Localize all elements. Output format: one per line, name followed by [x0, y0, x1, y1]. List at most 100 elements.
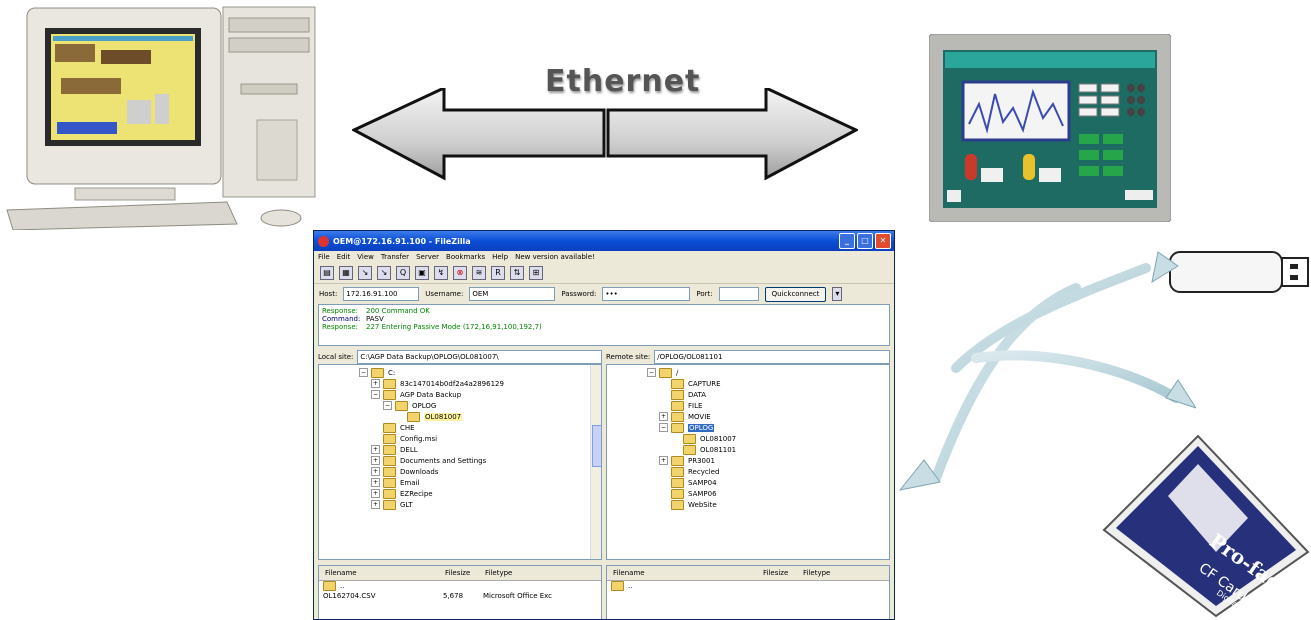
file-row[interactable]: .. [319, 581, 601, 591]
folder-icon [383, 433, 396, 444]
tree-node[interactable]: SAMP06 [607, 488, 889, 499]
menu-new-version[interactable]: New version available! [515, 253, 595, 261]
menu-help[interactable]: Help [492, 253, 508, 261]
folder-icon [671, 488, 684, 499]
tree-node[interactable]: + MOVIE [607, 411, 889, 422]
expand-icon[interactable]: + [371, 489, 380, 498]
tree-node[interactable]: − OPLOG [319, 400, 601, 411]
local-col-filename[interactable]: Filename [325, 569, 445, 577]
menu-edit[interactable]: Edit [337, 253, 351, 261]
tree-node[interactable]: +83c147014b0df2a4a2896129 [319, 378, 601, 389]
tree-node[interactable]: + EZRecipe [319, 488, 601, 499]
collapse-icon[interactable]: − [383, 401, 392, 410]
tree-node-label: EZRecipe [400, 489, 433, 498]
log-row: Command: PASV [322, 315, 384, 323]
compare-icon[interactable]: ⇅ [510, 266, 524, 280]
close-button[interactable]: ✕ [875, 233, 891, 249]
expand-icon[interactable]: + [371, 445, 380, 454]
tree-node[interactable]: OL081101 [607, 444, 889, 455]
maximize-button[interactable]: □ [857, 233, 873, 249]
site-manager-icon[interactable]: ▤ [320, 266, 334, 280]
tree-node[interactable]: OL081007 [319, 411, 601, 422]
folder-icon [671, 411, 684, 422]
expand-icon[interactable]: + [371, 467, 380, 476]
tree-node[interactable]: Config.msi [319, 433, 601, 444]
tree-node[interactable]: CHE [319, 422, 601, 433]
menu-view[interactable]: View [357, 253, 374, 261]
remote-directory-tree[interactable]: − / CAPTURE DATA FILE + MOVIE − OPLOG OL081007 OL0… [606, 364, 890, 560]
toggle-queue-icon[interactable]: Q [396, 266, 410, 280]
local-site-input[interactable]: C:\AGP Data Backup\OPLOG\OL081007\ [357, 350, 602, 364]
menu-transfer[interactable]: Transfer [381, 253, 409, 261]
sync-browse-icon[interactable]: ⊞ [529, 266, 543, 280]
file-row[interactable]: OL162704.CSV 5,678 Microsoft Office Exc [319, 591, 601, 601]
tree-node-label: GLT [400, 500, 413, 509]
minimize-button[interactable]: _ [839, 233, 855, 249]
ethernet-double-arrow [352, 88, 858, 181]
tree-node[interactable]: + Documents and Settings [319, 455, 601, 466]
quickconnect-button[interactable]: Quickconnect [764, 286, 827, 302]
remote-col-filetype[interactable]: Filetype [803, 569, 830, 577]
tree-node[interactable]: − AGP Data Backup [319, 389, 601, 400]
remote-col-filesize[interactable]: Filesize [763, 569, 803, 577]
refresh-icon[interactable]: ▣ [415, 266, 429, 280]
password-input[interactable]: ••• [602, 287, 691, 301]
menu-file[interactable]: File [318, 253, 330, 261]
tree-node[interactable]: OL081007 [607, 433, 889, 444]
remote-col-filename[interactable]: Filename [613, 569, 763, 577]
disconnect-icon[interactable]: ≋ [472, 266, 486, 280]
local-directory-tree[interactable]: − C: +83c147014b0df2a4a2896129− AGP Data Ba… [318, 364, 602, 560]
tree-node[interactable]: + Email [319, 477, 601, 488]
reconnect-icon[interactable]: R [491, 266, 505, 280]
tree-node[interactable]: + Downloads [319, 466, 601, 477]
file-row[interactable]: .. [607, 581, 889, 591]
toggle-local-tree-icon[interactable]: ↘ [358, 266, 372, 280]
title-bar[interactable]: OEM@172.16.91.100 - FileZilla _ □ ✕ [314, 231, 894, 251]
cf-card-illustration: Pro-face CF Card Digital [1102, 434, 1310, 618]
expand-icon[interactable]: + [371, 478, 380, 487]
tree-node[interactable]: + PR3001 [607, 455, 889, 466]
expand-icon[interactable]: + [659, 456, 668, 465]
tree-node-label: AGP Data Backup [400, 390, 462, 399]
menu-server[interactable]: Server [416, 253, 439, 261]
toggle-remote-tree-icon[interactable]: ↘ [377, 266, 391, 280]
tree-node[interactable]: − / [607, 367, 889, 378]
local-col-filesize[interactable]: Filesize [445, 569, 485, 577]
process-queue-icon[interactable]: ↯ [434, 266, 448, 280]
tree-node[interactable]: CAPTURE [607, 378, 889, 389]
tree-node[interactable]: FILE [607, 400, 889, 411]
tree-node[interactable]: SAMP04 [607, 477, 889, 488]
username-input[interactable]: OEM [469, 287, 556, 301]
collapse-icon[interactable]: − [371, 390, 380, 399]
tree-node[interactable]: DATA [607, 389, 889, 400]
tree-node[interactable]: − OPLOG [607, 422, 889, 433]
tree-node-label: CHE [400, 423, 415, 432]
folder-icon [383, 477, 396, 488]
tree-node[interactable]: WebSite [607, 499, 889, 510]
port-input[interactable] [718, 287, 759, 301]
quickconnect-dropdown-icon[interactable]: ▾ [832, 287, 843, 301]
expand-icon[interactable]: + [371, 379, 380, 388]
expand-icon[interactable]: + [371, 456, 380, 465]
expand-icon[interactable]: + [371, 500, 380, 509]
local-file-list[interactable]: Filename Filesize Filetype .. OL162704.C… [318, 565, 602, 619]
expand-icon[interactable]: + [659, 412, 668, 421]
remote-file-list[interactable]: Filename Filesize Filetype .. [606, 565, 890, 619]
collapse-icon[interactable]: − [647, 368, 656, 377]
remote-pane: Remote site: /OPLOG/OL081101 − / CAPTURE DA… [606, 350, 890, 619]
arrow-to-cf [971, 350, 1181, 403]
toggle-log-icon[interactable]: ▦ [339, 266, 353, 280]
local-col-filetype[interactable]: Filetype [485, 569, 512, 577]
local-tree-scrollbar[interactable] [590, 365, 601, 559]
tree-node[interactable]: + GLT [319, 499, 601, 510]
menu-bookmarks[interactable]: Bookmarks [446, 253, 485, 261]
remote-site-input[interactable]: /OPLOG/OL081101 [654, 350, 890, 364]
tree-node-label: 83c147014b0df2a4a2896129 [400, 379, 504, 388]
tree-node[interactable]: Recycled [607, 466, 889, 477]
host-input[interactable]: 172.16.91.100 [343, 287, 420, 301]
tree-node[interactable]: − C: [319, 367, 601, 378]
cancel-icon[interactable]: ⊗ [453, 266, 467, 280]
tree-node[interactable]: + DELL [319, 444, 601, 455]
collapse-icon[interactable]: − [659, 423, 668, 432]
collapse-icon[interactable]: − [359, 368, 368, 377]
